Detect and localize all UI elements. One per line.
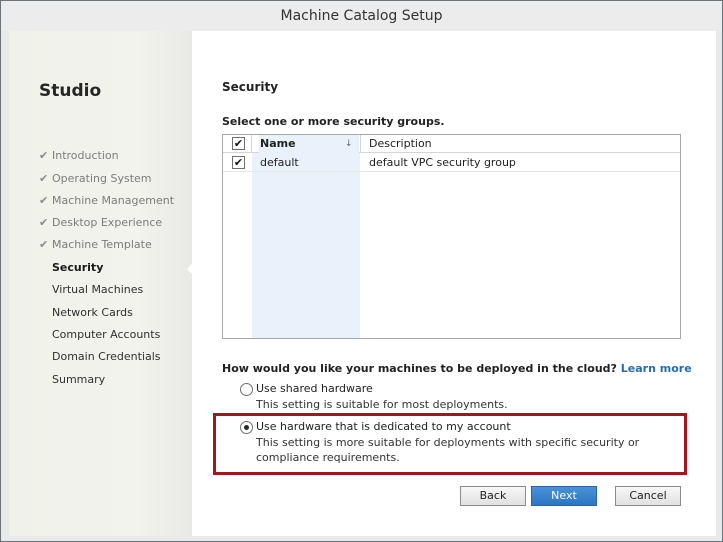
sidebar-item-label: Network Cards (52, 306, 133, 319)
dedicated-hardware-label[interactable]: Use hardware that is dedicated to my acc… (256, 420, 511, 433)
sidebar-item-label: Machine Management (52, 194, 175, 207)
learn-more-link[interactable]: Learn more (621, 362, 692, 375)
cancel-button[interactable]: Cancel (615, 486, 681, 506)
dedicated-hardware-radio[interactable] (240, 421, 253, 434)
sidebar-item-desktop-experience[interactable]: ✔ Desktop Experience (39, 215, 162, 231)
sidebar-item-label: Introduction (52, 149, 119, 162)
row-checkbox[interactable]: ✔ (232, 156, 245, 169)
page-title: Security (222, 80, 279, 94)
sidebar-item-network-cards: Network Cards (52, 305, 133, 321)
column-header-name-label: Name (260, 137, 296, 150)
sort-descending-icon[interactable]: ↓ (345, 135, 353, 153)
checkmark-icon: ✔ (39, 216, 49, 229)
deployment-question: How would you like your machines to be d… (222, 362, 692, 375)
sidebar-item-machine-management[interactable]: ✔ Machine Management (39, 193, 174, 209)
main-panel: Security Select one or more security gro… (192, 31, 716, 536)
sidebar-item-machine-template[interactable]: ✔ Machine Template (39, 237, 152, 253)
sidebar-item-label: Security (52, 261, 104, 274)
sidebar-item-summary: Summary (52, 372, 105, 388)
sidebar-item-label: Summary (52, 373, 106, 386)
dedicated-hardware-description: This setting is more suitable for deploy… (256, 436, 640, 464)
sidebar-item-label: Computer Accounts (52, 328, 161, 341)
deployment-question-text: How would you like your machines to be d… (222, 362, 617, 375)
studio-brand: Studio (39, 81, 102, 101)
checkmark-icon: ✔ (39, 194, 49, 207)
column-header-description[interactable]: Description (360, 135, 680, 153)
next-button[interactable]: Next (531, 486, 597, 506)
sidebar-item-domain-credentials: Domain Credentials (52, 349, 161, 365)
column-divider (251, 135, 252, 153)
sidebar: Studio ✔ Introduction ✔ Operating System ✔… (9, 31, 192, 536)
sidebar-item-computer-accounts: Computer Accounts (52, 327, 160, 343)
wizard-window: Machine Catalog Setup Studio ✔ Introducti… (0, 0, 723, 542)
radio-selected-dot (244, 425, 249, 430)
table-row[interactable]: ✔ default default VPC security group (223, 154, 680, 172)
checkmark-icon: ✔ (39, 149, 49, 162)
checkmark-icon: ✔ (39, 172, 49, 185)
back-button[interactable]: Back (460, 486, 526, 506)
sidebar-item-operating-system[interactable]: ✔ Operating System (39, 171, 152, 187)
sidebar-item-label: Desktop Experience (52, 216, 163, 229)
sidebar-item-label: Operating System (52, 172, 152, 185)
sidebar-item-introduction[interactable]: ✔ Introduction (39, 148, 119, 164)
checkmark-icon: ✔ (39, 238, 49, 251)
row-description: default VPC security group (369, 156, 516, 169)
sidebar-item-security[interactable]: Security (52, 260, 103, 276)
sidebar-item-virtual-machines: Virtual Machines (52, 282, 143, 298)
shared-hardware-radio[interactable] (240, 383, 253, 396)
security-groups-prompt: Select one or more security groups. (222, 115, 445, 128)
sidebar-item-label: Domain Credentials (52, 350, 161, 363)
shared-hardware-label[interactable]: Use shared hardware (256, 382, 373, 395)
sidebar-item-label: Virtual Machines (52, 283, 144, 296)
row-name: default (260, 156, 299, 169)
shared-hardware-description: This setting is suitable for most deploy… (256, 398, 508, 411)
window-title: Machine Catalog Setup (1, 1, 722, 31)
select-all-checkbox[interactable]: ✔ (232, 137, 245, 150)
sidebar-item-label: Machine Template (52, 238, 152, 251)
column-header-name[interactable]: Name (259, 135, 359, 153)
table-header: ✔ Name ↓ Description (223, 135, 680, 153)
security-groups-table[interactable]: ✔ Name ↓ Description ✔ default default V… (222, 134, 681, 339)
